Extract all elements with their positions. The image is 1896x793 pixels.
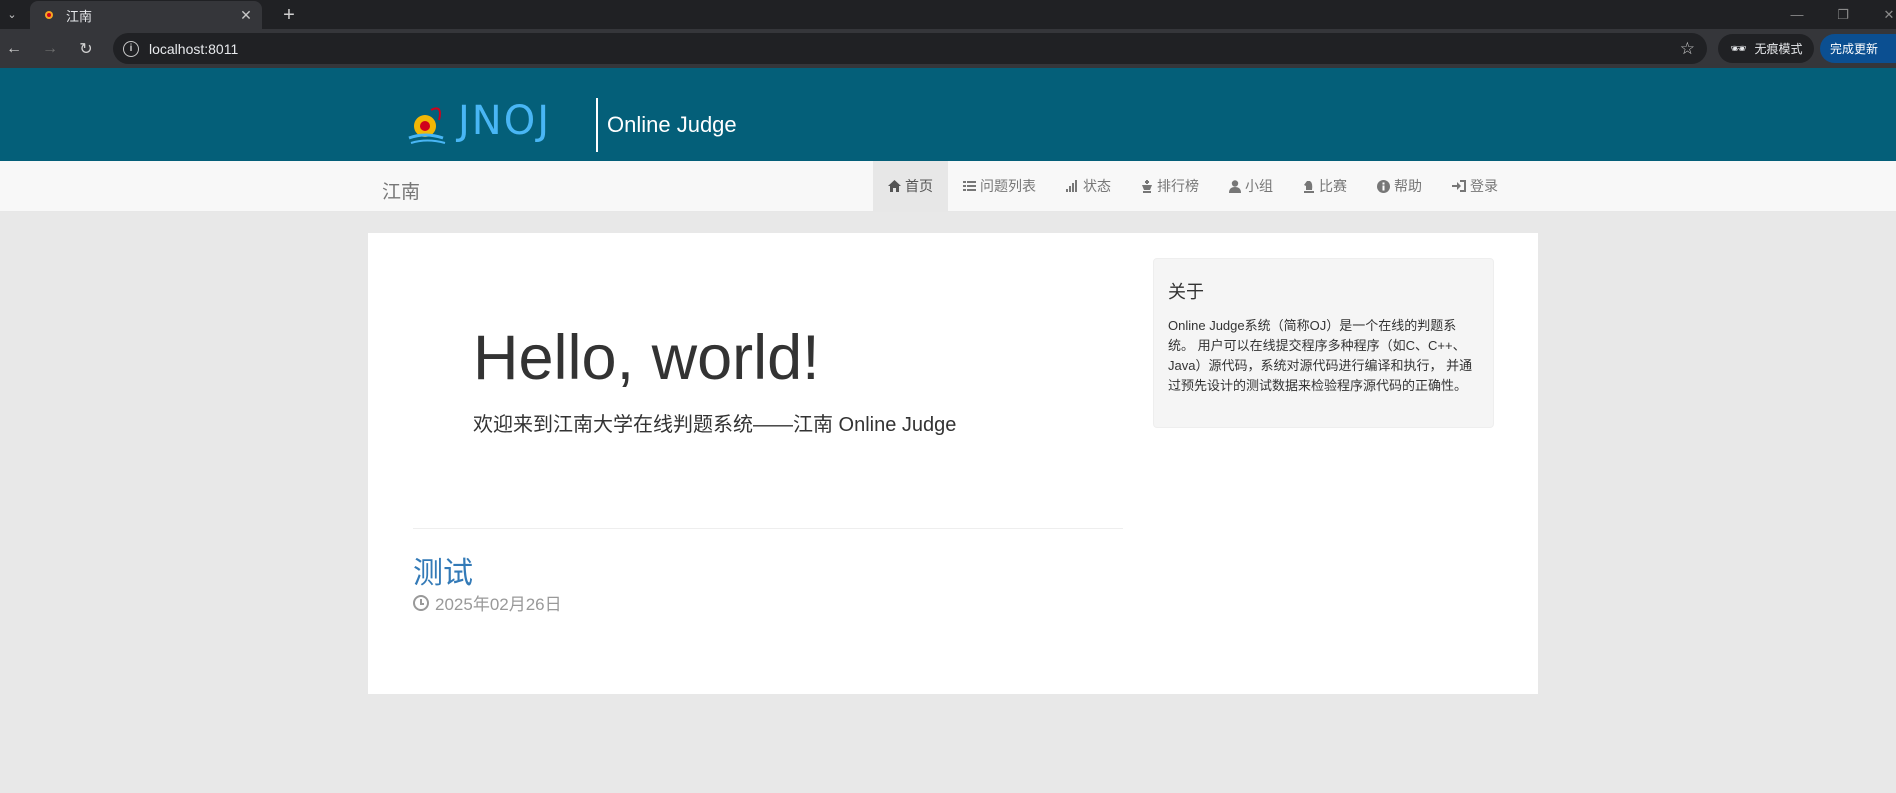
logo-text[interactable]: JNOJ bbox=[458, 98, 551, 144]
jnoj-logo-icon[interactable] bbox=[403, 100, 463, 148]
about-well: 关于 Online Judge系统（简称OJ）是一个在线的判题系统。 用户可以在… bbox=[1153, 258, 1494, 428]
user-icon bbox=[1229, 179, 1241, 193]
site-info-icon[interactable]: i bbox=[123, 40, 139, 57]
about-text: Online Judge系统（简称OJ）是一个在线的判题系统。 用户可以在线提交… bbox=[1168, 318, 1473, 393]
nav-item-label: 比赛 bbox=[1319, 178, 1347, 194]
url-text[interactable]: localhost:8011 bbox=[149, 41, 1680, 57]
header-title: Online Judge bbox=[607, 112, 737, 137]
jumbotron-heading: Hello, world! bbox=[473, 323, 820, 393]
main-navbar: 江南 首页 问题列表 状态 排行榜 小组 比赛 帮助 登录 bbox=[0, 161, 1896, 212]
nav-item-group[interactable]: 小组 bbox=[1214, 161, 1288, 211]
nav-item-label: 帮助 bbox=[1394, 178, 1422, 194]
update-button[interactable]: 完成更新 bbox=[1820, 34, 1896, 63]
incognito-label: 无痕模式 bbox=[1754, 42, 1803, 56]
close-tab-icon[interactable]: ✕ bbox=[238, 7, 254, 24]
update-label: 完成更新 bbox=[1830, 42, 1879, 56]
news-date-text: 2025年02月26日 bbox=[435, 595, 562, 614]
about-title: 关于 bbox=[1168, 282, 1204, 302]
nav-item-home[interactable]: 首页 bbox=[873, 161, 948, 211]
forward-button[interactable]: → bbox=[36, 35, 64, 63]
nav-item-label: 状态 bbox=[1083, 178, 1111, 194]
home-icon bbox=[888, 180, 901, 192]
nav-item-status[interactable]: 状态 bbox=[1051, 161, 1126, 211]
nav-item-label: 首页 bbox=[905, 178, 933, 194]
info-icon bbox=[1377, 179, 1390, 193]
nav-item-problems[interactable]: 问题列表 bbox=[948, 161, 1051, 211]
knight-icon bbox=[1303, 180, 1315, 193]
favicon-icon bbox=[42, 8, 56, 22]
clock-icon bbox=[413, 594, 429, 611]
tab-search-chevron-icon[interactable]: ⌄ bbox=[0, 0, 24, 29]
reload-button[interactable]: ↻ bbox=[72, 35, 100, 63]
signal-icon bbox=[1066, 180, 1079, 192]
incognito-indicator[interactable]: 🕶 无痕模式 bbox=[1718, 34, 1814, 63]
nav-item-label: 登录 bbox=[1470, 178, 1498, 194]
navbar-brand[interactable]: 江南 bbox=[382, 177, 420, 204]
nav-item-label: 小组 bbox=[1245, 178, 1273, 194]
minimize-icon[interactable]: — bbox=[1774, 0, 1820, 29]
nav-item-ranking[interactable]: 排行榜 bbox=[1126, 161, 1214, 211]
news-date: 2025年02月26日 bbox=[413, 590, 562, 615]
tab-title: 江南 bbox=[66, 8, 93, 24]
jumbotron-subtitle: 欢迎来到江南大学在线判题系统——江南 Online Judge bbox=[473, 414, 957, 436]
restore-icon[interactable]: ❐ bbox=[1820, 0, 1866, 29]
list-icon bbox=[963, 180, 976, 192]
divider bbox=[413, 528, 1123, 529]
site-header bbox=[0, 68, 1896, 161]
log-in-icon bbox=[1452, 180, 1466, 192]
browser-toolbar: ← → ↻ i localhost:8011 ☆ 🕶 无痕模式 完成更新 bbox=[0, 29, 1896, 68]
nav-item-contest[interactable]: 比赛 bbox=[1288, 161, 1362, 211]
nav-item-label: 排行榜 bbox=[1157, 178, 1199, 194]
nav-item-label: 问题列表 bbox=[980, 178, 1036, 194]
browser-tab-strip: ⌄ 江南 ✕ + — ❐ ✕ bbox=[0, 0, 1896, 29]
browser-tab[interactable]: 江南 ✕ bbox=[30, 1, 262, 29]
bookmark-star-icon[interactable]: ☆ bbox=[1680, 39, 1695, 59]
address-bar[interactable]: i localhost:8011 ☆ bbox=[113, 33, 1707, 64]
nav-item-help[interactable]: 帮助 bbox=[1362, 161, 1437, 211]
header-divider bbox=[596, 98, 598, 152]
new-tab-button[interactable]: + bbox=[276, 2, 302, 28]
close-window-icon[interactable]: ✕ bbox=[1866, 0, 1896, 29]
incognito-icon: 🕶 bbox=[1730, 40, 1747, 56]
back-button[interactable]: ← bbox=[0, 35, 28, 63]
nav-item-login[interactable]: 登录 bbox=[1437, 161, 1513, 211]
king-icon bbox=[1141, 179, 1153, 193]
news-title-link[interactable]: 测试 bbox=[413, 548, 473, 592]
nav-menu: 首页 问题列表 状态 排行榜 小组 比赛 帮助 登录 bbox=[873, 161, 1513, 211]
